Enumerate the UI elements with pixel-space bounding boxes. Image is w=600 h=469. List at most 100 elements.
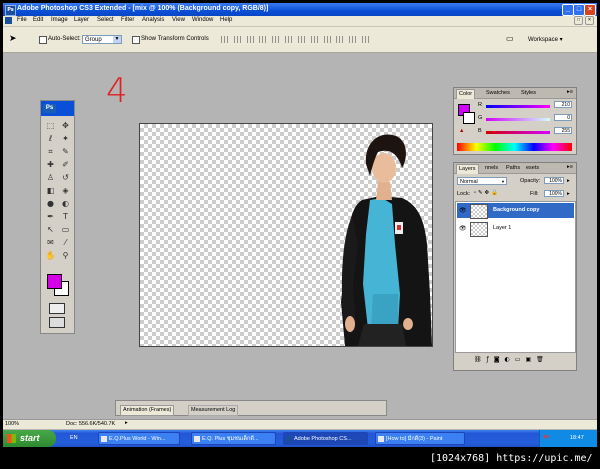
blend-mode-dropdown[interactable]: Normal ▼ (457, 177, 507, 185)
doc-restore-button[interactable]: □ (574, 16, 583, 25)
start-button[interactable]: start (3, 430, 56, 447)
visibility-eye-icon[interactable]: 👁 (459, 207, 467, 214)
type-tool-icon[interactable]: T (59, 211, 72, 222)
palette-well-icon[interactable]: ▭ (506, 34, 514, 43)
animation-panel: Animation (Frames) Measurement Log (115, 400, 387, 416)
channel-b-slider[interactable] (486, 131, 550, 134)
screen-mode-button[interactable] (49, 317, 65, 328)
tray-icons[interactable]: ◉◐ (543, 434, 551, 440)
task-eqplus-community[interactable]: E.Q. Plus ชุมชนเด็กดี... (191, 432, 276, 445)
menu-help[interactable]: Help (220, 17, 232, 23)
healing-brush-icon[interactable]: ✚ (44, 159, 57, 170)
marquee-tool-icon[interactable]: ⬚ (44, 120, 57, 131)
lasso-tool-icon[interactable]: ℓ (44, 133, 57, 144)
visibility-eye-icon[interactable]: 👁 (459, 225, 467, 232)
move-tool-icon[interactable]: ➤ (9, 34, 17, 44)
zoom-level[interactable]: 100% (5, 421, 19, 427)
color-panel-tabs: Color Swatches Styles ▸≡ (454, 88, 576, 99)
history-brush-icon[interactable]: ↺ (59, 172, 72, 183)
tab-swatches[interactable]: Swatches (484, 89, 512, 98)
task-photoshop[interactable]: Adobe Photoshop CS... (283, 432, 368, 445)
document-icon[interactable] (5, 17, 12, 24)
menu-view[interactable]: View (172, 17, 185, 23)
dodge-tool-icon[interactable]: ◐ (59, 198, 72, 209)
channel-g-slider[interactable] (486, 118, 550, 121)
eraser-tool-icon[interactable]: ◧ (44, 185, 57, 196)
menu-layer[interactable]: Layer (74, 17, 89, 23)
fill-value[interactable]: 100% (544, 190, 564, 197)
fill-label: Fill: (530, 191, 539, 197)
channel-r-value[interactable]: 210 (554, 101, 572, 108)
annotation-number: 4 (106, 71, 128, 111)
auto-select-checkbox[interactable] (39, 36, 47, 44)
menu-select[interactable]: Select (97, 17, 114, 23)
opacity-arrow-icon[interactable]: ▸ (567, 178, 570, 184)
blur-tool-icon[interactable]: ● (44, 198, 57, 209)
brush-tool-icon[interactable]: ✐ (59, 159, 72, 170)
quick-mask-button[interactable] (49, 303, 65, 314)
tab-presets[interactable]: esets (524, 164, 541, 173)
quicklaunch-language[interactable]: EN (70, 435, 78, 441)
channel-g-value[interactable]: 0 (554, 114, 572, 121)
tab-color[interactable]: Color (456, 89, 476, 99)
clone-stamp-icon[interactable]: ♙ (44, 172, 57, 183)
hand-tool-icon[interactable]: ✋ (44, 250, 57, 261)
task-paint[interactable]: [How to] มีกดี(3) - Paint (375, 432, 465, 445)
slice-tool-icon[interactable]: ✎ (59, 146, 72, 157)
panel-menu-icon[interactable]: ▸≡ (567, 164, 573, 170)
opacity-label: Opacity: (520, 178, 541, 184)
layer-row-layer-1[interactable]: 👁 Layer 1 (457, 221, 574, 237)
task-eqplus-world[interactable]: E.Q.Plus World - Win... (98, 432, 180, 445)
menu-analysis[interactable]: Analysis (142, 17, 164, 23)
menu-file[interactable]: File (17, 17, 27, 23)
color-spectrum-bar[interactable] (457, 143, 572, 151)
layer-name: Background copy (493, 207, 540, 213)
system-tray: ◉◐ 18:47 (539, 430, 597, 447)
close-button[interactable]: × (584, 4, 596, 16)
title-bar: Ps Adobe Photoshop CS3 Extended - [mix @… (3, 3, 597, 16)
tab-styles[interactable]: Styles (519, 89, 538, 98)
menu-edit[interactable]: Edit (33, 17, 43, 23)
pen-tool-icon[interactable]: ✒ (44, 211, 57, 222)
photoshop-app-icon: Ps (5, 5, 16, 16)
zoom-tool-icon[interactable]: ⚲ (59, 250, 72, 261)
menu-window[interactable]: Window (192, 17, 213, 23)
workspace-button[interactable]: Workspace ▾ (528, 36, 563, 43)
foreground-color-swatch[interactable] (47, 274, 62, 289)
gamut-warning-icon[interactable]: ▲ (459, 128, 464, 134)
tab-animation-frames[interactable]: Animation (Frames) (120, 405, 175, 416)
color-background-swatch[interactable] (463, 112, 475, 124)
opacity-value[interactable]: 100% (544, 177, 564, 184)
path-selection-icon[interactable]: ↖ (44, 224, 57, 235)
auto-select-value: Group (85, 37, 102, 43)
auto-select-dropdown[interactable]: Group ▼ (82, 35, 122, 44)
magic-wand-tool-icon[interactable]: ✦ (59, 133, 72, 144)
tab-paths[interactable]: Paths (504, 164, 522, 173)
layer-row-background-copy[interactable]: 👁 Background copy (457, 203, 574, 219)
tab-channels[interactable]: nnels (483, 164, 500, 173)
status-arrow-icon[interactable]: ▸ (125, 420, 128, 426)
resolution-watermark: [1024x768] https://upic.me/ (430, 450, 600, 467)
crop-tool-icon[interactable]: ⌗ (44, 146, 57, 157)
show-transform-checkbox[interactable] (132, 36, 140, 44)
layers-list: 👁 Background copy 👁 Layer 1 (455, 201, 576, 353)
menu-image[interactable]: Image (51, 17, 68, 23)
tab-layers[interactable]: Layers (456, 164, 479, 174)
doc-close-button[interactable]: × (585, 16, 594, 25)
move-tool-icon[interactable]: ✥ (59, 120, 72, 131)
notes-tool-icon[interactable]: ✉ (44, 237, 57, 248)
shape-tool-icon[interactable]: ▭ (59, 224, 72, 235)
fill-arrow-icon[interactable]: ▸ (567, 191, 570, 197)
layer-actions-bar[interactable]: ⛓ƒ◙◐▭▣🗑 (474, 356, 549, 363)
document-canvas[interactable] (139, 123, 433, 347)
layers-panel: Layers nnels Paths esets ▸≡ Normal ▼ Opac… (453, 162, 577, 371)
eyedropper-icon[interactable]: ⁄ (59, 237, 72, 248)
channel-r-slider[interactable] (486, 105, 550, 108)
tab-measurement-log[interactable]: Measurement Log (188, 405, 239, 416)
channel-b-value[interactable]: 255 (554, 127, 572, 134)
paint-bucket-icon[interactable]: ◈ (59, 185, 72, 196)
lock-icons[interactable]: ▫✎✥🔒 (474, 190, 500, 196)
align-distribute-icons[interactable] (221, 36, 371, 43)
menu-filter[interactable]: Filter (121, 17, 134, 23)
panel-menu-icon[interactable]: ▸≡ (567, 89, 573, 95)
